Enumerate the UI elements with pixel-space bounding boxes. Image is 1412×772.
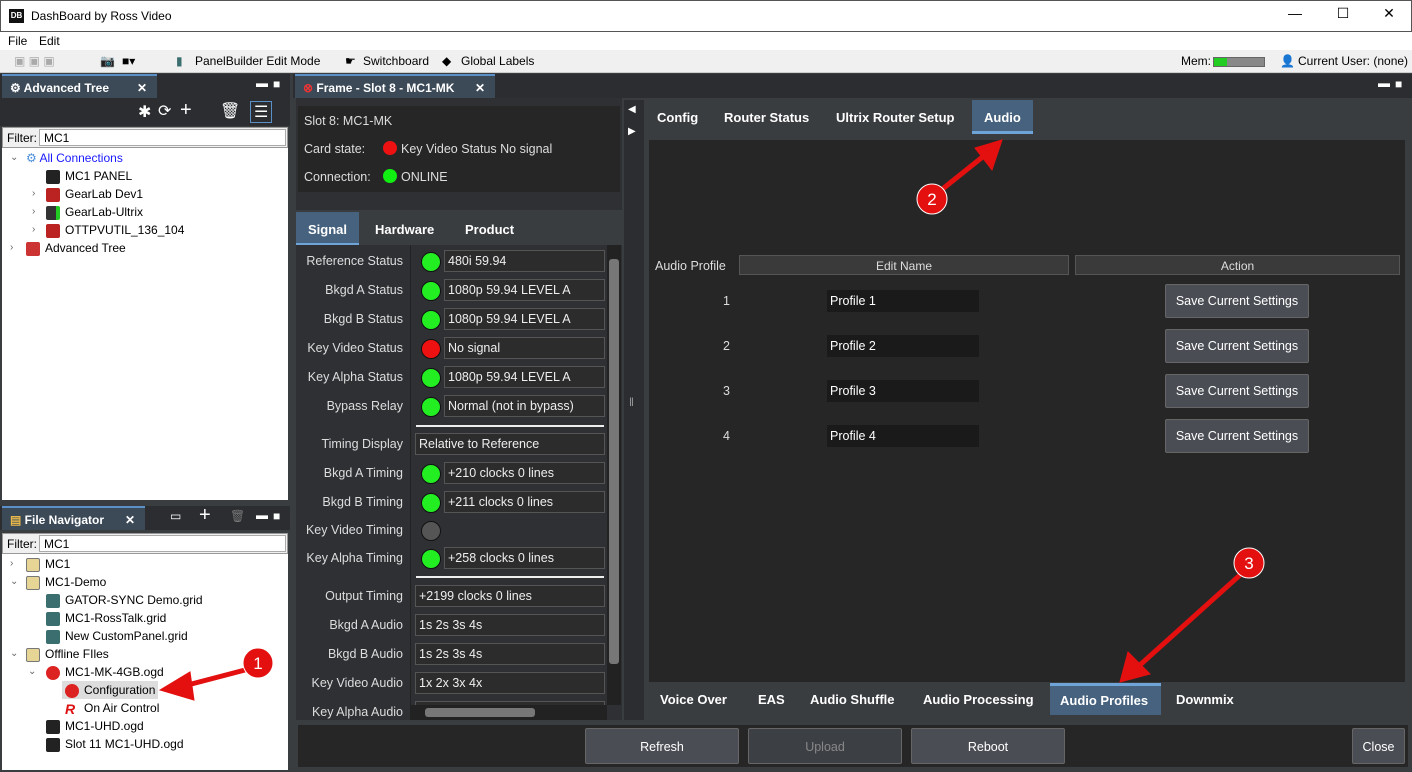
arrow-3 [1138, 573, 1242, 667]
arrowhead-2 [974, 139, 1003, 172]
arrowhead-1 [158, 671, 195, 701]
callout-2: 2 [927, 190, 936, 209]
annotation-arrows: 1 2 3 [158, 139, 1265, 701]
arrowhead-3 [1119, 651, 1151, 683]
callout-3: 3 [1244, 554, 1253, 573]
callout-1: 1 [253, 654, 262, 673]
